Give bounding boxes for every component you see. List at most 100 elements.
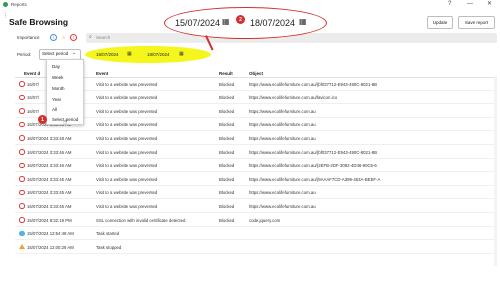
minimize-button[interactable]: — <box>467 1 473 8</box>
search-icon: ⌕ <box>89 34 92 40</box>
event-date-cell: 16/07/2024 3:33:45 AM <box>27 190 72 196</box>
event-date-cell: 16/07/2024 3:33:48 AM <box>27 135 72 141</box>
event-result-cell: Blocked <box>219 149 235 155</box>
table-row[interactable]: 16/07/2024 3:33:45 AM Visit to a website … <box>15 199 495 213</box>
importance-label: Importance <box>17 35 40 40</box>
error-status-icon <box>19 203 25 209</box>
event-object-cell: https://www.ecolifefurniture.com.au/{bf0… <box>249 81 378 87</box>
error-status-icon <box>19 81 25 87</box>
event-result-cell: Blocked <box>219 217 235 223</box>
update-button[interactable]: Update <box>427 16 453 29</box>
period-label: Period: <box>17 52 32 57</box>
event-name-cell: Visit to a website was prevented <box>96 149 158 155</box>
event-object-cell: code.jquery.com <box>249 217 281 223</box>
period-option-day[interactable]: Day <box>52 64 60 69</box>
window-title: Reports <box>11 2 27 7</box>
event-result-cell: Blocked <box>219 122 235 128</box>
error-status-icon <box>19 135 25 141</box>
period-option-year[interactable]: Year <box>52 97 61 102</box>
table-row[interactable]: 16/07/2024 3:33:48 AM Visit to a website … <box>15 131 495 145</box>
period-option-month[interactable]: Month <box>52 86 65 91</box>
column-header-event[interactable]: Event <box>96 71 108 76</box>
event-name-cell: Visit to a website was prevented <box>96 108 158 114</box>
event-object-cell: https://www.ecolifefurniture.com.au <box>249 203 316 209</box>
event-name-cell: Visit to a website was prevented <box>96 122 158 128</box>
table-row[interactable]: 16/07/Visit to a website was prevented Bl… <box>15 104 495 118</box>
event-object-cell: https://www.ecolifefurniture.com.au/{2EF… <box>249 163 377 169</box>
event-date-cell: 15/07/2024 12:00:29 AM <box>27 244 74 250</box>
info-filter-icon[interactable]: i <box>50 34 57 41</box>
event-name-cell: Visit to a website was prevented <box>96 81 158 87</box>
table-row[interactable]: 16/07/2024 3:33:46 AM Visit to a website … <box>15 145 495 159</box>
event-result-cell: Blocked <box>219 203 235 209</box>
event-object-cell: https://www.ecolifefurniture.com.au <box>249 190 316 196</box>
column-header-date[interactable]: Event d <box>24 71 40 76</box>
table-row[interactable]: 15/07/2024 12:54:48 AM Task started <box>15 227 495 241</box>
event-date-cell: 15/07/2024 8:32:19 PM <box>27 217 72 223</box>
table-row[interactable]: 16/07/2024 3:33:45 AM Visit to a website … <box>15 172 495 186</box>
event-name-cell: SSL connection with invalid certificate … <box>96 217 186 223</box>
callout-calendar-to-icon: ▦ <box>299 17 307 26</box>
column-header-object[interactable]: Object <box>249 71 263 76</box>
table-scrollbar[interactable] <box>494 76 497 266</box>
period-select-value: Select period <box>42 51 69 56</box>
warning-filter-icon[interactable]: ⚠ <box>60 34 67 41</box>
table-row[interactable]: 15/07/2024 8:32:19 PM SSL connection with… <box>15 213 495 227</box>
mouse-cursor-icon: ☝ <box>63 119 68 126</box>
warning-status-icon <box>19 244 25 250</box>
table-row[interactable]: 16/07/2024 3:33:46 AM Visit to a website … <box>15 159 495 173</box>
column-header-result[interactable]: Result <box>219 71 233 76</box>
error-status-icon <box>19 189 25 196</box>
error-status-icon <box>19 121 25 128</box>
event-name-cell: Task stopped <box>96 244 122 250</box>
error-status-icon <box>19 176 25 182</box>
error-status-icon <box>19 149 25 155</box>
period-option-week[interactable]: Week <box>52 75 63 80</box>
table-row[interactable]: 15/07/2024 12:00:29 AM Task stopped <box>15 240 495 254</box>
event-name-cell: Visit to a website was prevented <box>96 176 158 182</box>
info-status-icon <box>19 230 25 237</box>
date-to-field[interactable]: 18/07/2024 <box>147 52 170 57</box>
event-date-cell: 16/07/2024 3:33:45 AM <box>27 203 72 209</box>
event-result-cell: Blocked <box>219 108 235 114</box>
table-row[interactable]: 16/07/2024 3:33:48 AMVisit to a website … <box>15 118 495 132</box>
period-option-all[interactable]: All <box>52 107 57 112</box>
error-status-icon <box>19 162 25 169</box>
event-date-cell: 16/07/2024 3:33:46 AM <box>27 163 72 169</box>
event-date-cell: 16/07/2024 3:33:46 AM <box>27 149 72 155</box>
help-icon[interactable]: ? <box>448 1 451 8</box>
event-object-cell: https://www.ecolifefurniture.com.au/{bf0… <box>249 149 378 155</box>
search-placeholder: Search <box>96 35 111 40</box>
more-options-icon[interactable]: ⋮ <box>3 13 8 19</box>
callout-date-from: 15/07/2024 <box>175 18 221 28</box>
event-name-cell: Visit to a website was prevented <box>96 95 158 101</box>
error-status-icon <box>19 108 25 114</box>
event-date-cell: 16/07/2024 3:33:45 AM <box>27 176 72 182</box>
event-result-cell: Blocked <box>219 163 235 169</box>
error-filter-icon[interactable]: ! <box>70 34 77 41</box>
event-date-cell: 15/07/2024 12:54:48 AM <box>27 231 74 237</box>
event-name-cell: Visit to a website was prevented <box>96 135 158 141</box>
error-status-icon <box>19 94 25 101</box>
calendar-to-icon[interactable]: ▦ <box>179 51 184 57</box>
event-result-cell: Blocked <box>219 190 235 196</box>
calendar-from-icon[interactable]: ▦ <box>127 51 132 57</box>
table-row[interactable]: 16/07/Visit to a website was prevented Bl… <box>15 77 495 91</box>
callout-date-to: 18/07/2024 <box>250 18 296 28</box>
event-name-cell: Task started <box>96 231 120 237</box>
app-logo-icon <box>3 2 8 7</box>
event-result-cell: Blocked <box>219 135 235 141</box>
error-status-icon <box>19 217 25 223</box>
table-row[interactable]: 16/07/Visit to a website was prevented Bl… <box>15 91 495 105</box>
date-from-field[interactable]: 15/07/2024 <box>96 52 119 57</box>
chevron-down-icon[interactable]: ⌄ <box>72 50 76 56</box>
table-row[interactable]: 16/07/2024 3:33:45 AM Visit to a website … <box>15 186 495 200</box>
event-name-cell: Visit to a website was prevented <box>96 190 158 196</box>
event-result-cell: Blocked <box>219 81 235 87</box>
save-report-button[interactable]: Save report <box>458 16 495 29</box>
close-button[interactable]: ✕ <box>487 1 492 8</box>
page-title: Safe Browsing <box>9 17 69 27</box>
event-object-cell: https://www.ecolifefurniture.com.au <box>249 122 316 128</box>
event-object-cell: https://www.ecolifefurniture.com.au <box>249 108 316 114</box>
event-result-cell: Blocked <box>219 176 235 182</box>
